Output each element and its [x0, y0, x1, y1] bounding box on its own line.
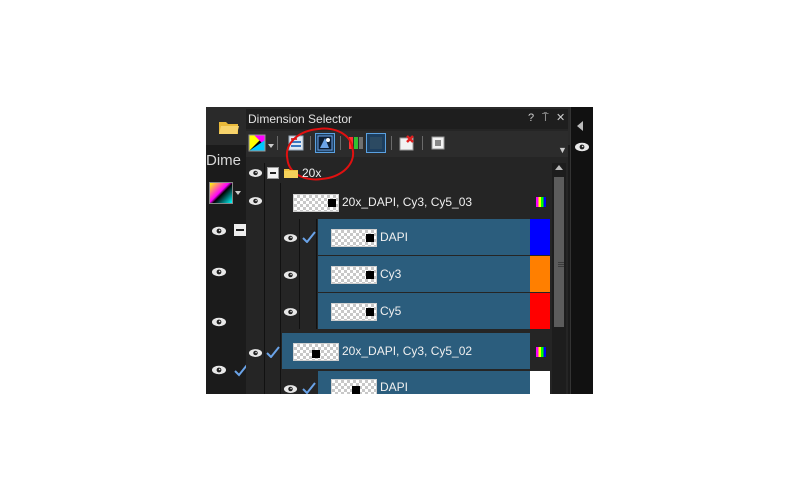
eye-icon[interactable] — [283, 270, 298, 280]
color-mode-icon[interactable] — [209, 182, 233, 204]
eye-icon[interactable] — [211, 267, 227, 277]
help-button[interactable]: ? — [528, 112, 534, 124]
eye-icon[interactable] — [211, 365, 227, 375]
tree-label: Cy5 — [380, 304, 402, 318]
eye-icon[interactable] — [211, 226, 227, 236]
tree-row-image[interactable]: 20x_DAPI, Cy3, Cy5_03 — [246, 183, 552, 219]
check-icon[interactable] — [266, 346, 280, 358]
vertical-scrollbar[interactable] — [552, 163, 566, 394]
image-thumbnail — [293, 194, 339, 212]
eye-icon[interactable] — [248, 196, 263, 206]
image-thumbnail — [293, 343, 339, 361]
channel-color-swatch[interactable] — [530, 256, 550, 292]
check-icon[interactable] — [302, 231, 316, 243]
tree-row-image[interactable]: 20x_DAPI, Cy3, Cy5_02 — [282, 333, 530, 369]
panel-title: Dimension Selector — [248, 112, 353, 126]
eye-icon[interactable] — [211, 317, 227, 327]
right-side-strip — [570, 107, 593, 394]
eye-icon[interactable] — [283, 233, 298, 243]
dimension-tree: 20x 20x_DAPI, Cy3, Cy5_03 DAPI Cy3 Cy5 2… — [246, 163, 552, 394]
tree-row-channel[interactable]: DAPI — [318, 219, 530, 255]
tree-guide — [264, 163, 265, 394]
channel-color-swatch[interactable] — [530, 371, 550, 394]
channel-thumbnail — [331, 379, 377, 394]
scrollbar-thumb[interactable] — [554, 177, 564, 327]
background-panel-label: Dime — [206, 152, 242, 169]
chevron-down-icon[interactable] — [235, 191, 241, 195]
chevron-down-icon[interactable] — [268, 144, 274, 148]
dimension-selector-panel: Dimension Selector ? ⍑ ✕ ▼ 20x 20x_DAPI,… — [246, 109, 568, 394]
collapse-left-icon[interactable] — [577, 121, 583, 131]
divider — [391, 136, 392, 150]
eye-icon[interactable] — [248, 348, 263, 358]
tree-label: 20x — [302, 166, 322, 180]
tree-label: DAPI — [380, 230, 409, 244]
tree-label: 20x_DAPI, Cy3, Cy5_02 — [342, 344, 473, 358]
tree-label: 20x_DAPI, Cy3, Cy5_03 — [342, 195, 473, 209]
divider — [422, 136, 423, 150]
channel-color-swatch[interactable] — [530, 219, 550, 255]
pin-button[interactable]: ⍑ — [542, 112, 549, 124]
tree-guide — [316, 219, 317, 329]
collapse-icon[interactable] — [267, 167, 279, 179]
tree-label: DAPI — [380, 380, 409, 394]
eye-icon[interactable] — [283, 307, 298, 317]
delete-icon[interactable] — [398, 134, 416, 152]
channel-view-icon[interactable] — [366, 133, 386, 153]
close-button[interactable]: ✕ — [556, 112, 565, 124]
tree-row-root[interactable]: 20x — [246, 163, 552, 183]
eye-icon[interactable] — [283, 384, 298, 394]
multichannel-icon — [536, 197, 546, 207]
tree-row-channel[interactable]: DAPI — [318, 371, 530, 394]
tree-guide — [299, 219, 300, 329]
folder-icon — [284, 167, 298, 178]
tree-row-channel[interactable]: Cy5 — [318, 293, 530, 329]
check-icon[interactable] — [302, 382, 316, 394]
channel-thumbnail — [331, 266, 377, 284]
open-folder-icon[interactable] — [218, 117, 240, 137]
divider — [277, 136, 278, 150]
tree-label: Cy3 — [380, 267, 402, 281]
scroll-up-icon[interactable] — [555, 165, 563, 170]
eye-icon[interactable] — [248, 168, 263, 178]
divider — [570, 107, 571, 394]
collapse-icon[interactable] — [234, 224, 246, 236]
channel-thumbnail — [331, 303, 377, 321]
eye-icon[interactable] — [574, 142, 590, 152]
channel-thumbnail — [331, 229, 377, 247]
tree-row-channel[interactable]: Cy3 — [318, 256, 530, 292]
toolbar-overflow-icon[interactable]: ▼ — [558, 145, 567, 155]
export-icon[interactable] — [429, 134, 447, 152]
channel-color-swatch[interactable] — [530, 293, 550, 329]
color-mode-icon[interactable] — [248, 134, 266, 152]
panel-titlebar[interactable]: Dimension Selector ? ⍑ ✕ — [246, 109, 568, 129]
multichannel-icon — [536, 347, 546, 357]
tree-guide — [280, 183, 281, 394]
